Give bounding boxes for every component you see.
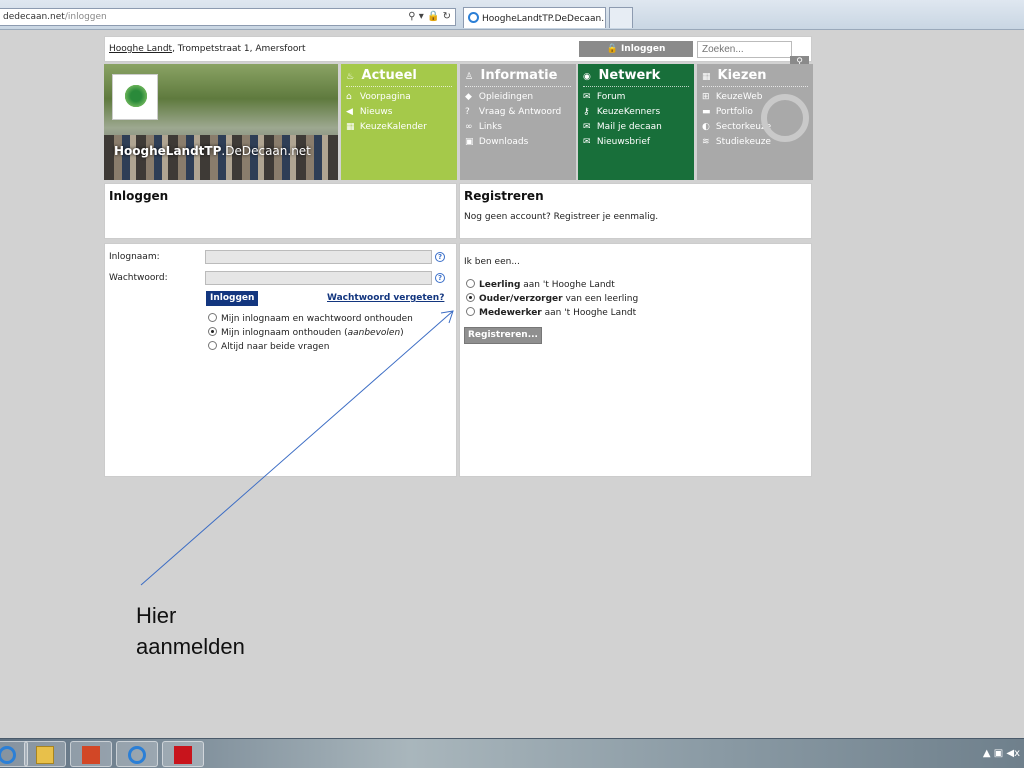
annotation-line1: Hier	[136, 603, 177, 628]
folder-icon	[36, 746, 54, 764]
annotation-line2: aanmelden	[136, 634, 245, 659]
acrobat-taskbar-button[interactable]	[162, 741, 204, 767]
windows-taskbar: ▲ ▣ ◀x	[0, 738, 1024, 768]
ie-icon	[128, 746, 146, 764]
powerpoint-icon	[82, 746, 100, 764]
powerpoint-taskbar-button[interactable]	[70, 741, 112, 767]
network-icon[interactable]: ▣	[994, 748, 1003, 759]
ie-taskbar-button-active[interactable]	[116, 741, 158, 767]
acrobat-icon	[174, 746, 192, 764]
system-tray: ▲ ▣ ◀x	[983, 748, 1020, 759]
ie-icon	[0, 746, 16, 764]
explorer-taskbar-button[interactable]	[24, 741, 66, 767]
annotation-text: Hier aanmelden	[136, 600, 245, 662]
volume-icon[interactable]: ◀x	[1006, 748, 1020, 759]
tray-arrow-icon[interactable]: ▲	[983, 748, 991, 759]
